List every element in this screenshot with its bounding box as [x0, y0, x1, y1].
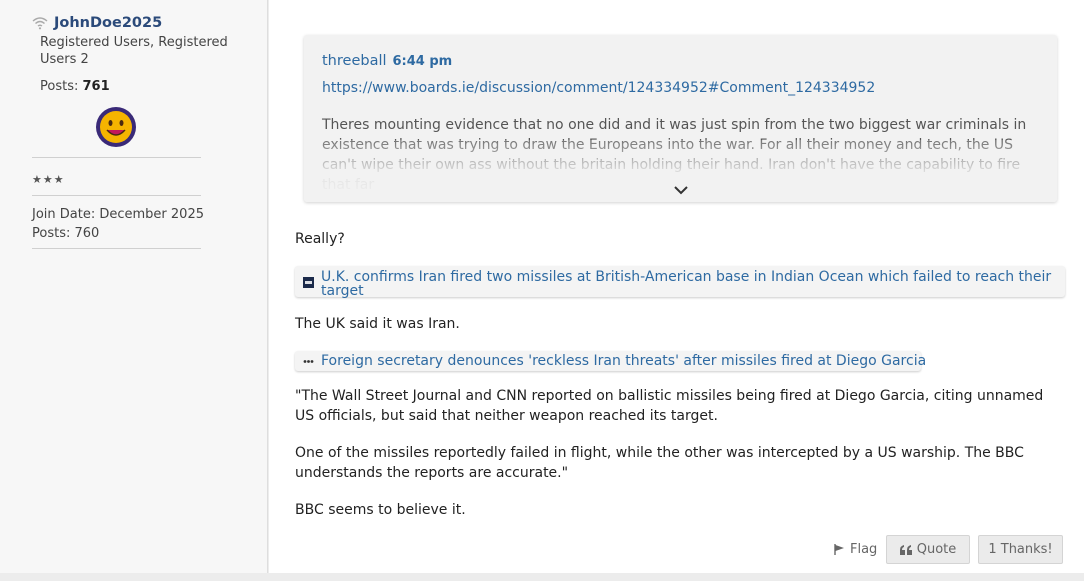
divider	[32, 248, 201, 249]
flag-button[interactable]: Flag	[833, 535, 881, 564]
user-header: JohnDoe2025	[32, 15, 162, 31]
post-paragraph: The UK said it was Iran.	[295, 316, 460, 332]
thanks-button[interactable]: 1 Thanks!	[978, 535, 1063, 564]
user-meta: Join Date: December 2025 Posts: 760	[32, 205, 204, 243]
user-role: Registered Users, Registered Users 2	[40, 35, 228, 67]
flag-icon	[834, 544, 844, 555]
quote-author-line: threeball 6:44 pm	[322, 53, 452, 69]
post-count-label: Posts:	[40, 79, 83, 94]
post-paragraph: Really?	[295, 231, 345, 247]
link-embed[interactable]: Foreign secretary denounces 'reckless Ir…	[295, 351, 926, 371]
quote-label: Quote	[916, 542, 957, 557]
username-link[interactable]: JohnDoe2025	[54, 15, 162, 31]
rank-stars: ★★★	[32, 173, 65, 186]
quoted-post: threeball 6:44 pm https://www.boards.ie/d…	[304, 35, 1057, 202]
divider	[32, 195, 201, 196]
quote-time[interactable]: 6:44 pm	[393, 54, 453, 69]
smiley-avatar-icon[interactable]	[95, 106, 137, 148]
embed-title[interactable]: U.K. confirms Iran fired two missiles at…	[321, 269, 1051, 299]
quote-marks-icon	[899, 544, 912, 555]
post-paragraph: One of the missiles reportedly failed in…	[295, 445, 1024, 481]
quote-author[interactable]: threeball	[322, 53, 387, 69]
wifi-icon	[32, 17, 48, 30]
thanks-label: 1 Thanks!	[988, 542, 1053, 557]
post-body: threeball 6:44 pm https://www.boards.ie/d…	[269, 0, 1084, 573]
quote-source-link[interactable]: https://www.boards.ie/discussion/comment…	[322, 80, 875, 96]
post-count-value: 761	[82, 79, 110, 94]
post-paragraph: "The Wall Street Journal and CNN reporte…	[295, 388, 1044, 424]
ellipsis-favicon-icon	[303, 360, 314, 363]
page-bottom-strip	[0, 573, 1084, 581]
cnbc-favicon-icon	[303, 277, 314, 288]
post-paragraph: BBC seems to believe it.	[295, 502, 466, 518]
divider	[32, 157, 201, 158]
chevron-down-icon[interactable]	[673, 184, 689, 196]
flag-label: Flag	[850, 542, 878, 557]
join-date: Join Date: December 2025	[32, 207, 204, 222]
link-embed[interactable]: U.K. confirms Iran fired two missiles at…	[295, 266, 1065, 299]
posts-line: Posts: 760	[32, 226, 100, 241]
post-count: Posts: 761	[40, 79, 110, 94]
embed-title[interactable]: Foreign secretary denounces 'reckless Ir…	[321, 353, 926, 369]
user-sidebar: JohnDoe2025 Registered Users, Registered…	[0, 0, 268, 573]
quote-button[interactable]: Quote	[886, 535, 970, 564]
